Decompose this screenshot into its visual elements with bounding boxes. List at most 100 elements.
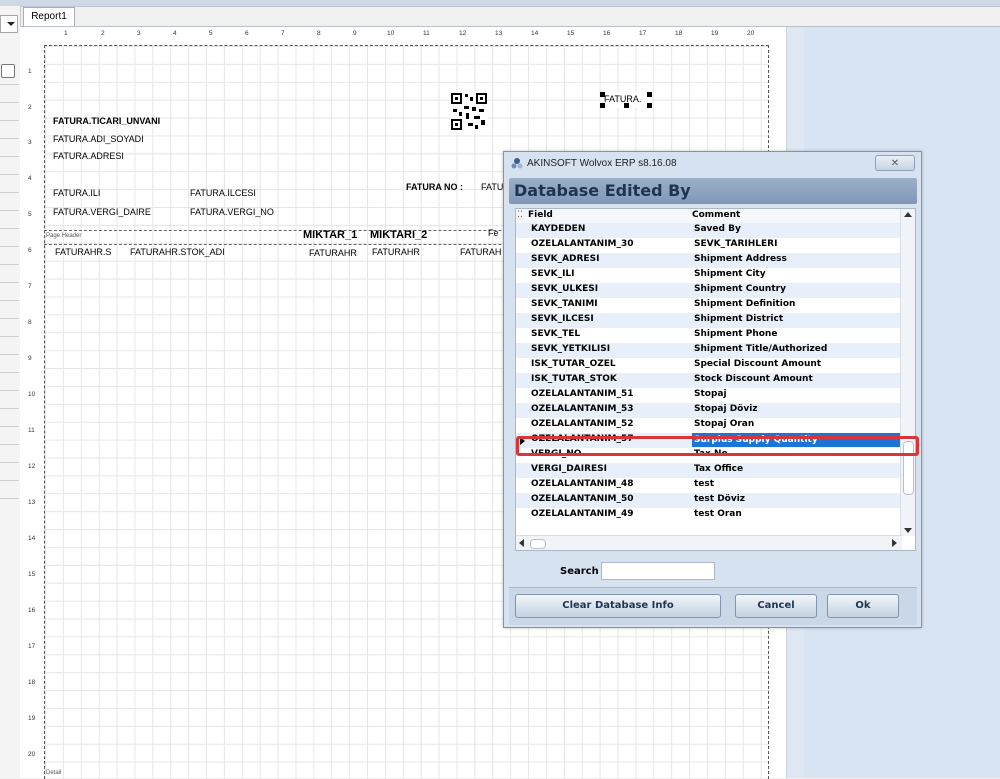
dialog-title: AKINSOFT Wolvox ERP s8.16.08 — [527, 158, 677, 169]
divider — [0, 210, 19, 211]
scroll-left-icon[interactable] — [519, 539, 524, 547]
scroll-right-icon[interactable] — [892, 539, 897, 547]
ruler-tick-label: 13 — [28, 499, 36, 506]
vertical-scrollbar[interactable] — [900, 209, 915, 536]
table-row[interactable]: ISK_TUTAR_STOK Stock Discount Amount — [516, 373, 902, 388]
divider — [0, 282, 19, 283]
selected-row-highlight-box — [516, 436, 919, 456]
close-icon[interactable]: ✕ — [875, 155, 915, 171]
ruler-tick-label: 14 — [531, 30, 539, 37]
header-cut-field[interactable]: Fe — [488, 228, 499, 238]
ruler-tick-label: 19 — [28, 715, 36, 722]
qr-code-icon[interactable] — [450, 92, 488, 132]
clear-database-info-button[interactable]: Clear Database Info — [515, 594, 721, 618]
table-row[interactable]: OZELALANTANIM_52 Stopaj Oran — [516, 418, 902, 433]
field-ilcesi[interactable]: FATURA.ILCESI — [190, 188, 256, 198]
toolbar-small-button[interactable] — [1, 64, 15, 78]
ruler-tick-label: 5 — [209, 30, 213, 37]
table-row[interactable]: SEVK_ADRESI Shipment Address — [516, 253, 902, 268]
divider — [0, 354, 19, 355]
table-row[interactable]: SEVK_ILCESI Shipment District — [516, 313, 902, 328]
divider — [0, 372, 19, 373]
detail-field-s[interactable]: FATURAHR.S — [55, 247, 111, 257]
table-row[interactable]: ISK_TUTAR_OZEL Special Discount Amount — [516, 358, 902, 373]
field-vergi-daire[interactable]: FATURA.VERGI_DAIRE — [53, 207, 151, 217]
divider — [0, 318, 19, 319]
ruler-tick-label: 10 — [387, 30, 395, 37]
dialog-header: Database Edited By — [509, 178, 917, 204]
ruler-tick-label: 19 — [711, 30, 719, 37]
field-fatura-no[interactable]: FATU — [481, 182, 503, 192]
ruler-tick-label: 18 — [675, 30, 683, 37]
table-row[interactable]: SEVK_TEL Shipment Phone — [516, 328, 902, 343]
table-row[interactable]: SEVK_ILI Shipment City — [516, 268, 902, 283]
field-fatura-top[interactable]: FATURA. — [600, 92, 652, 108]
ruler-tick-label: 2 — [28, 104, 32, 111]
ruler-tick-label: 17 — [28, 643, 36, 650]
ruler-tick-label: 14 — [28, 535, 36, 542]
ruler-tick-label: 16 — [28, 607, 36, 614]
divider — [0, 426, 19, 427]
divider — [0, 138, 19, 139]
fields-grid[interactable]: ⁚⁚ Field Comment KAYDEDEN Saved By OZELAL… — [515, 208, 916, 551]
divider — [0, 462, 19, 463]
divider — [0, 408, 19, 409]
left-toolbar — [0, 6, 21, 778]
divider — [0, 498, 19, 499]
selection-handle — [647, 103, 652, 108]
divider — [0, 480, 19, 481]
header-miktari-2[interactable]: MIKTARI_2 — [370, 229, 427, 241]
table-row[interactable]: SEVK_YETKILISI Shipment Title/Authorized — [516, 343, 902, 358]
header-miktar-1[interactable]: MIKTAR_1 — [303, 229, 357, 241]
scroll-down-icon[interactable] — [904, 528, 912, 533]
detail-field-4[interactable]: FATURAHR — [372, 247, 420, 257]
divider — [0, 102, 19, 103]
ruler-tick-label: 10 — [28, 391, 36, 398]
table-row[interactable]: VERGI_DAIRESI Tax Office — [516, 463, 902, 478]
ruler-tick-label: 5 — [28, 211, 32, 218]
detail-field-stok-adi[interactable]: FATURAHR.STOK_ADI — [130, 247, 225, 257]
field-vergi-no[interactable]: FATURA.VERGI_NO — [190, 207, 274, 217]
table-row[interactable]: SEVK_ULKESI Shipment Country — [516, 283, 902, 298]
search-input[interactable] — [601, 562, 715, 580]
grid-drag-handle-icon[interactable]: ⁚⁚ — [517, 210, 523, 220]
horizontal-scroll-thumb[interactable] — [530, 539, 546, 549]
divider — [0, 192, 19, 193]
table-row[interactable]: OZELALANTANIM_30 SEVK_TARIHLERI — [516, 238, 902, 253]
ruler-tick-label: 20 — [28, 751, 36, 758]
dialog-titlebar[interactable]: AKINSOFT Wolvox ERP s8.16.08 ✕ — [504, 152, 921, 176]
tab-report1[interactable]: Report1 — [23, 7, 75, 26]
table-row[interactable]: OZELALANTANIM_49 test Oran — [516, 508, 902, 523]
table-row[interactable]: OZELALANTANIM_53 Stopaj Döviz — [516, 403, 902, 418]
detail-field-5[interactable]: FATURAH — [460, 247, 501, 257]
detail-band-label: Detail — [46, 770, 62, 776]
ruler-tick-label: 6 — [245, 30, 249, 37]
cancel-button[interactable]: Cancel — [735, 594, 817, 618]
field-ticari-unvani[interactable]: FATURA.TICARI_UNVANI — [53, 116, 160, 126]
field-ili[interactable]: FATURA.ILI — [53, 188, 100, 198]
field-adresi[interactable]: FATURA.ADRESI — [53, 151, 124, 161]
toolbar-combo[interactable] — [0, 15, 18, 33]
label-fatura-no[interactable]: FATURA NO : — [406, 182, 463, 192]
horizontal-ruler: 1 2 3 4 5 6 7 8 9 10 11 12 13 14 15 16 1… — [44, 30, 768, 42]
database-edited-by-dialog: AKINSOFT Wolvox ERP s8.16.08 ✕ Database … — [503, 151, 922, 628]
ruler-tick-label: 6 — [28, 247, 32, 254]
ruler-tick-label: 15 — [567, 30, 575, 37]
ruler-tick-label: 8 — [317, 30, 321, 37]
table-row[interactable]: OZELALANTANIM_51 Stopaj — [516, 388, 902, 403]
field-adi-soyadi[interactable]: FATURA.ADI_SOYADI — [53, 134, 144, 144]
table-row[interactable]: OZELALANTANIM_48 test — [516, 478, 902, 493]
ruler-tick-label: 4 — [173, 30, 177, 37]
column-header-field[interactable]: Field — [528, 210, 553, 220]
ruler-tick-label: 12 — [28, 463, 36, 470]
table-row[interactable]: OZELALANTANIM_50 test Döviz — [516, 493, 902, 508]
ok-button[interactable]: Ok — [827, 594, 899, 618]
ruler-tick-label: 3 — [137, 30, 141, 37]
table-row[interactable]: SEVK_TANIMI Shipment Definition — [516, 298, 902, 313]
search-label: Search — [560, 566, 599, 577]
table-row[interactable]: KAYDEDEN Saved By — [516, 223, 902, 238]
scroll-up-icon[interactable] — [904, 212, 912, 217]
detail-field-3[interactable]: FATURAHR — [309, 248, 357, 258]
column-header-comment[interactable]: Comment — [692, 210, 740, 220]
horizontal-scrollbar[interactable] — [516, 535, 902, 550]
